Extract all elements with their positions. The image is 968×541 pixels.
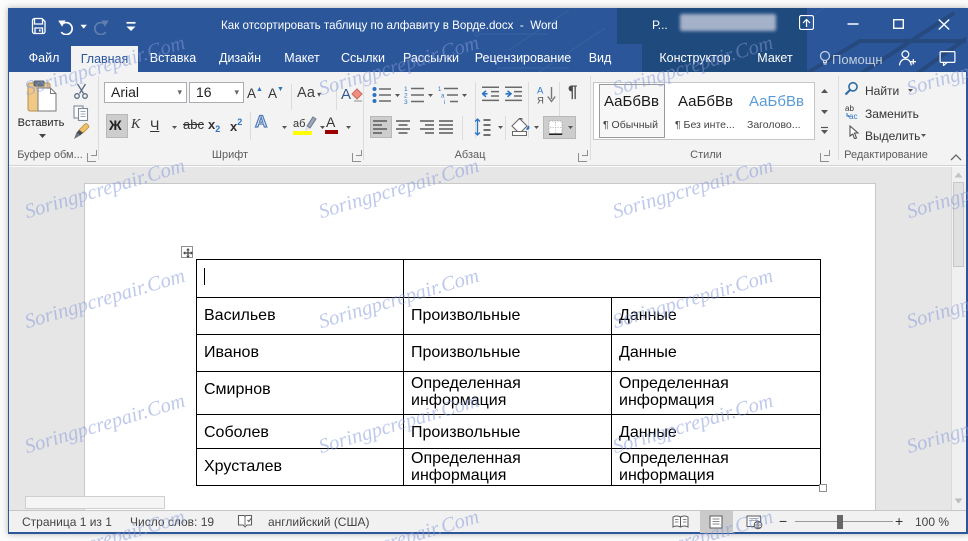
svg-text:ac: ac <box>849 112 857 119</box>
svg-text:A: A <box>341 86 351 103</box>
svg-text:a: a <box>441 94 445 100</box>
svg-text:Я: Я <box>537 96 544 105</box>
svg-text:аб: аб <box>293 118 305 130</box>
svg-text:3: 3 <box>404 99 408 104</box>
svg-text:1: 1 <box>438 87 442 93</box>
svg-text:i: i <box>444 100 445 104</box>
